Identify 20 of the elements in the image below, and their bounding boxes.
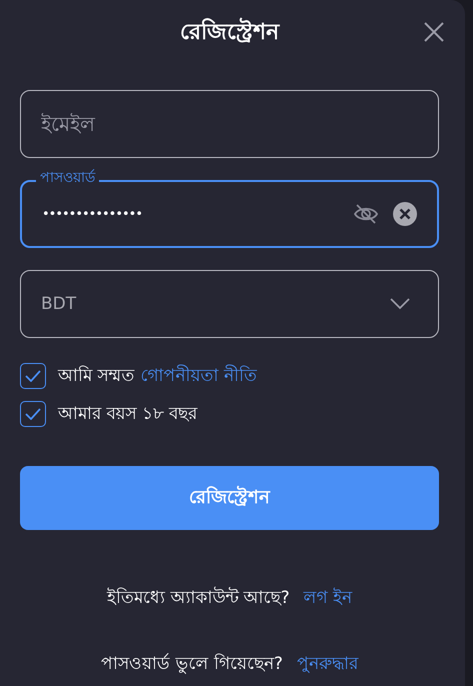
checkbox[interactable] xyxy=(20,363,46,389)
eye-slash-icon[interactable] xyxy=(353,203,379,225)
checkbox-label: আমার বয়স ১৮ বছর xyxy=(58,403,198,426)
footer-text: ইতিমধ্যে অ্যাকাউন্ট আছে? xyxy=(106,586,290,610)
footer-text: পাসওয়ার্ড ভুলে গিয়েছেন? xyxy=(101,652,283,676)
register-button[interactable]: রেজিস্ট্রেশন xyxy=(20,466,439,530)
clear-icon[interactable] xyxy=(393,202,417,226)
email-field[interactable]: ইমেইল xyxy=(20,90,439,158)
checkbox-label: আমি সম্মত xyxy=(58,364,134,388)
check-icon xyxy=(25,408,41,420)
currency-select[interactable]: BDT xyxy=(20,270,439,338)
password-value: ••••••••••••••• xyxy=(42,206,144,222)
check-icon xyxy=(25,370,41,382)
dialog-title: রেজিস্ট্রেশন xyxy=(180,16,279,46)
privacy-policy-link[interactable]: গোপনীয়তা নীতি xyxy=(140,362,257,390)
chevron-down-icon xyxy=(390,298,410,310)
login-link[interactable]: লগ ইন xyxy=(304,584,352,612)
close-icon[interactable] xyxy=(423,21,445,43)
checkbox[interactable] xyxy=(20,401,46,427)
recover-link[interactable]: পুনরুদ্ধার xyxy=(296,650,358,678)
